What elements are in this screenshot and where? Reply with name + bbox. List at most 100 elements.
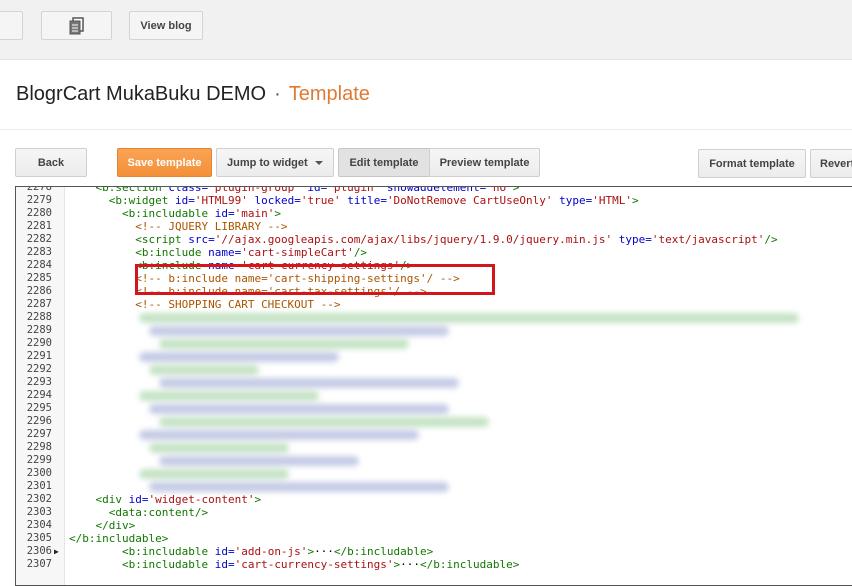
blurred-code: [159, 456, 359, 466]
code-line[interactable]: 2295: [16, 402, 852, 415]
code-line[interactable]: 2278 <b:section class='plugin-group' id=…: [16, 186, 852, 194]
blog-name: BlogrCart MukaBuku DEMO: [16, 83, 267, 105]
format-template-button[interactable]: Format template: [698, 149, 806, 178]
code-line[interactable]: 2298: [16, 441, 852, 454]
blurred-code: [159, 378, 459, 388]
blurred-code: [139, 430, 419, 440]
line-number: 2279: [26, 194, 52, 206]
page-title: BlogrCart MukaBuku DEMO · Template: [16, 83, 370, 106]
code-text: <!-- SHOPPING CART CHECKOUT -->: [135, 298, 341, 311]
edit-template-button[interactable]: Edit template: [338, 148, 430, 177]
code-text: <!-- JQUERY LIBRARY -->: [135, 220, 288, 233]
line-number: 2296: [26, 415, 52, 427]
code-line[interactable]: 2303 <data:content/>: [16, 506, 852, 519]
code-line[interactable]: 2299: [16, 454, 852, 467]
code-line[interactable]: 2282 <script src='//ajax.googleapis.com/…: [16, 233, 852, 246]
line-number: 2305: [26, 532, 52, 544]
section-name: Template: [288, 83, 370, 105]
pages-icon: [69, 16, 84, 34]
line-number: 2298: [26, 441, 52, 453]
code-lines: 2278 <b:section class='plugin-group' id=…: [16, 186, 852, 571]
blurred-code: [159, 417, 489, 427]
line-number: 2303: [26, 506, 52, 518]
line-number: 2283: [26, 246, 52, 258]
line-number: 2294: [26, 389, 52, 401]
blurred-code: [149, 404, 449, 414]
save-template-button[interactable]: Save template: [117, 148, 212, 177]
code-text: <script src='//ajax.googleapis.com/ajax/…: [135, 233, 778, 246]
code-text: <b:widget id='HTML99' locked='true' titl…: [108, 194, 639, 207]
line-number: 2302: [26, 493, 52, 505]
fold-arrow-icon[interactable]: ▶: [54, 545, 59, 558]
line-number: 2289: [26, 324, 52, 336]
code-text: <div id='widget-content'>: [95, 493, 262, 506]
view-blog-button[interactable]: View blog: [129, 11, 203, 40]
line-number: 2301: [26, 480, 52, 492]
line-number: 2282: [26, 233, 52, 245]
chevron-down-icon: [315, 161, 323, 165]
code-line[interactable]: 2280 <b:includable id='main'>: [16, 207, 852, 220]
blurred-code: [139, 469, 289, 479]
blurred-code: [149, 482, 449, 492]
code-text: <b:include name='cart-simpleCart'/>: [135, 246, 368, 259]
line-number: 2291: [26, 350, 52, 362]
code-line[interactable]: 2305 </b:includable>: [16, 532, 852, 545]
jump-to-widget-dropdown[interactable]: Jump to widget: [216, 148, 334, 177]
code-text: <b:includable id='cart-currency-settings…: [121, 558, 520, 571]
code-text: </div>: [95, 519, 136, 532]
line-number: 2297: [26, 428, 52, 440]
code-text: <b:includable id='main'>: [121, 207, 281, 220]
line-number: 2304: [26, 519, 52, 531]
jump-to-widget-label: Jump to widget: [227, 156, 308, 169]
code-line[interactable]: 2293: [16, 376, 852, 389]
code-line[interactable]: 2304 </div>: [16, 519, 852, 532]
line-number: 2278: [26, 186, 52, 193]
line-number: 2307: [26, 558, 52, 570]
pages-button[interactable]: [41, 11, 112, 40]
line-number: 2300: [26, 467, 52, 479]
code-line[interactable]: 2292: [16, 363, 852, 376]
title-bar: BlogrCart MukaBuku DEMO · Template: [0, 61, 852, 130]
code-line[interactable]: 2297: [16, 428, 852, 441]
blurred-code: [139, 313, 799, 323]
code-line[interactable]: 2283 <b:include name='cart-simpleCart'/>: [16, 246, 852, 259]
code-editor[interactable]: 2278 <b:section class='plugin-group' id=…: [15, 186, 852, 586]
revert-button[interactable]: Revert: [810, 149, 852, 178]
code-line[interactable]: 2291: [16, 350, 852, 363]
line-number: 2280: [26, 207, 52, 219]
blurred-code: [149, 326, 449, 336]
code-line[interactable]: 2288: [16, 311, 852, 324]
line-number: 2287: [26, 298, 52, 310]
line-number: 2284: [26, 259, 52, 271]
code-text: </b:includable>: [69, 532, 169, 545]
line-number: 2286: [26, 285, 52, 297]
code-line[interactable]: 2289: [16, 324, 852, 337]
blurred-code: [139, 352, 339, 362]
preview-template-button[interactable]: Preview template: [429, 148, 540, 177]
code-line[interactable]: 2301: [16, 480, 852, 493]
code-line[interactable]: 2306 ▶ <b:includable id='add-on-js'>···</…: [16, 545, 852, 558]
code-line[interactable]: 2302 <div id='widget-content'>: [16, 493, 852, 506]
line-number: 2306: [26, 545, 52, 557]
line-number: 2293: [26, 376, 52, 388]
code-text: <b:section class='plugin-group' id='plug…: [95, 186, 520, 194]
code-line[interactable]: 2279 <b:widget id='HTML99' locked='true'…: [16, 194, 852, 207]
code-line[interactable]: 2287 <!-- SHOPPING CART CHECKOUT -->: [16, 298, 852, 311]
code-line[interactable]: 2307 <b:includable id='cart-currency-set…: [16, 558, 852, 571]
code-line[interactable]: 2296: [16, 415, 852, 428]
line-number: 2299: [26, 454, 52, 466]
code-line[interactable]: 2290: [16, 337, 852, 350]
line-number: 2281: [26, 220, 52, 232]
top-left-button[interactable]: [0, 11, 23, 40]
code-line[interactable]: 2300: [16, 467, 852, 480]
line-number: 2285: [26, 272, 52, 284]
annotation-highlight-box: [135, 264, 495, 295]
line-number: 2292: [26, 363, 52, 375]
blurred-code: [149, 443, 289, 453]
blurred-code: [159, 339, 409, 349]
code-line[interactable]: 2294: [16, 389, 852, 402]
line-number: 2290: [26, 337, 52, 349]
blurred-code: [149, 365, 259, 375]
code-line[interactable]: 2281 <!-- JQUERY LIBRARY -->: [16, 220, 852, 233]
back-button[interactable]: Back: [15, 148, 87, 177]
